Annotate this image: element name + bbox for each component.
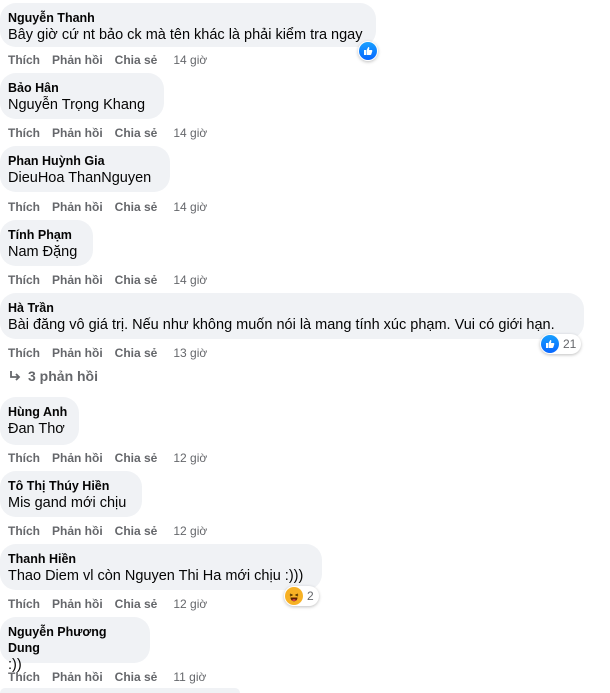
share-link[interactable]: Chia sẻ — [115, 451, 158, 465]
timestamp[interactable]: 14 giờ — [173, 200, 207, 214]
comment-text: Thao Diem vl còn Nguyen Thi Ha mới chịu … — [8, 568, 304, 584]
comment-author[interactable]: Hùng Anh — [8, 404, 69, 420]
comment: Hùng Anh Đan Thơ — [0, 397, 79, 445]
comment-bubble: Hà Trần Bài đăng vô giá trị. Nếu như khô… — [0, 293, 584, 339]
comment: Hà Trần Bài đăng vô giá trị. Nếu như khô… — [0, 293, 584, 354]
reply-link[interactable]: Phản hồi — [52, 126, 103, 140]
comment-actions: Thích Phản hồi Chia sẻ 12 giờ — [8, 597, 219, 611]
comment-bubble: Bảo Hân Nguyễn Trọng Khang — [0, 73, 164, 119]
comment-author[interactable]: Bảo Hân — [8, 80, 154, 96]
comment: Nguyễn Thanh Bây giờ cứ nt bảo ck mà tên… — [0, 3, 378, 61]
reaction-count: 21 — [563, 337, 577, 351]
comment-bubble: Nguyễn Thanh Bây giờ cứ nt bảo ck mà tên… — [0, 3, 376, 47]
timestamp[interactable]: 12 giờ — [173, 451, 207, 465]
like-reaction-icon — [541, 335, 559, 353]
comment-author[interactable]: Hà Trần — [8, 300, 574, 316]
comment-actions: Thích Phản hồi Chia sẻ 11 giờ — [8, 670, 218, 684]
reply-link[interactable]: Phản hồi — [52, 451, 103, 465]
timestamp[interactable]: 12 giờ — [173, 597, 207, 611]
timestamp[interactable]: 14 giờ — [173, 126, 207, 140]
timestamp[interactable]: 11 giờ — [173, 670, 206, 684]
reaction-summary[interactable]: 2 — [284, 586, 319, 606]
comment: Thanh Hiền Thao Diem vl còn Nguyen Thi H… — [0, 544, 322, 606]
comment-author[interactable]: Nguyễn Phương Dung — [8, 624, 140, 656]
like-link[interactable]: Thích — [8, 670, 40, 684]
share-link[interactable]: Chia sẻ — [115, 200, 158, 214]
reply-link[interactable]: Phản hồi — [52, 670, 103, 684]
comment-text: Đan Thơ — [8, 421, 65, 437]
like-link[interactable]: Thích — [8, 200, 40, 214]
comment-bubble: Nguyễn Phương Dung :)) — [0, 617, 150, 673]
comment: Tô Thị Thúy Hiền Mis gand mới chịu — [0, 471, 142, 517]
comment-author[interactable]: Nguyễn Thanh — [8, 10, 366, 26]
share-link[interactable]: Chia sẻ — [115, 126, 158, 140]
comment-actions: Thích Phản hồi Chia sẻ 12 giờ — [8, 451, 219, 465]
comment-actions: Thích Phản hồi Chia sẻ 14 giờ — [8, 53, 219, 67]
like-link[interactable]: Thích — [8, 273, 40, 287]
comment-author[interactable]: Tô Thị Thúy Hiền — [8, 478, 132, 494]
comment-bubble: Tô Thị Thúy Hiền Mis gand mới chịu — [0, 471, 142, 517]
reply-link[interactable]: Phản hồi — [52, 597, 103, 611]
like-link[interactable]: Thích — [8, 597, 40, 611]
share-link[interactable]: Chia sẻ — [115, 524, 158, 538]
comment-actions: Thích Phản hồi Chia sẻ 14 giờ — [8, 273, 219, 287]
reaction-count: 2 — [307, 589, 314, 603]
view-replies-link[interactable]: 3 phản hồi — [8, 368, 98, 384]
timestamp[interactable]: 13 giờ — [173, 346, 207, 360]
share-link[interactable]: Chia sẻ — [115, 273, 158, 287]
comment-author[interactable]: Tính Phạm — [8, 227, 83, 243]
comment-bubble: Hùng Anh Đan Thơ — [0, 397, 79, 445]
comment-text: Nam Đặng — [8, 244, 78, 260]
like-link[interactable]: Thích — [8, 524, 40, 538]
reply-link[interactable]: Phản hồi — [52, 200, 103, 214]
comment-actions: Thích Phản hồi Chia sẻ 14 giờ — [8, 126, 219, 140]
comment: Bảo Hân Nguyễn Trọng Khang — [0, 73, 164, 119]
comment-actions: Thích Phản hồi Chia sẻ 13 giờ — [8, 346, 219, 360]
comment-text: Nguyễn Trọng Khang — [8, 97, 146, 113]
like-link[interactable]: Thích — [8, 451, 40, 465]
reply-link[interactable]: Phản hồi — [52, 273, 103, 287]
comment-text: Mis gand mới chịu — [8, 495, 127, 511]
like-link[interactable]: Thích — [8, 53, 40, 67]
timestamp[interactable]: 14 giờ — [173, 53, 207, 67]
share-link[interactable]: Chia sẻ — [115, 346, 158, 360]
reply-arrow-icon — [10, 371, 21, 381]
comment-actions: Thích Phản hồi Chia sẻ 14 giờ — [8, 200, 219, 214]
reply-link[interactable]: Phản hồi — [52, 346, 103, 360]
reaction-summary[interactable] — [358, 41, 378, 61]
comment-author[interactable]: Thanh Hiền — [8, 551, 312, 567]
comment-text: DieuHoa ThanNguyen — [8, 170, 152, 186]
reply-link[interactable]: Phản hồi — [52, 53, 103, 67]
reply-link[interactable]: Phản hồi — [52, 524, 103, 538]
like-link[interactable]: Thích — [8, 126, 40, 140]
timestamp[interactable]: 12 giờ — [173, 524, 207, 538]
comment: Nguyễn Phương Dung :)) — [0, 617, 150, 674]
share-link[interactable]: Chia sẻ — [115, 597, 158, 611]
comment-actions: Thích Phản hồi Chia sẻ 12 giờ — [8, 524, 219, 538]
comment-bubble: Phan Huỳnh Gia DieuHoa ThanNguyen — [0, 146, 170, 192]
like-reaction-icon — [359, 42, 377, 60]
haha-reaction-icon — [285, 587, 303, 605]
share-link[interactable]: Chia sẻ — [115, 670, 158, 684]
like-link[interactable]: Thích — [8, 346, 40, 360]
comment-bubble: Tính Phạm Nam Đặng — [0, 220, 93, 266]
comment-text: Bài đăng vô giá trị. Nếu như không muốn … — [8, 317, 555, 333]
comment: Phan Huỳnh Gia DieuHoa ThanNguyen — [0, 146, 170, 192]
comment-bubble-partial — [0, 688, 240, 693]
comment-bubble: Thanh Hiền Thao Diem vl còn Nguyen Thi H… — [0, 544, 322, 590]
reaction-summary[interactable]: 21 — [540, 334, 582, 354]
comment-author[interactable]: Phan Huỳnh Gia — [8, 153, 160, 169]
comment: Tính Phạm Nam Đặng — [0, 220, 93, 266]
timestamp[interactable]: 14 giờ — [173, 273, 207, 287]
share-link[interactable]: Chia sẻ — [115, 53, 158, 67]
replies-count-label[interactable]: 3 phản hồi — [28, 368, 98, 384]
comment-text: Bây giờ cứ nt bảo ck mà tên khác là phải… — [8, 27, 363, 43]
